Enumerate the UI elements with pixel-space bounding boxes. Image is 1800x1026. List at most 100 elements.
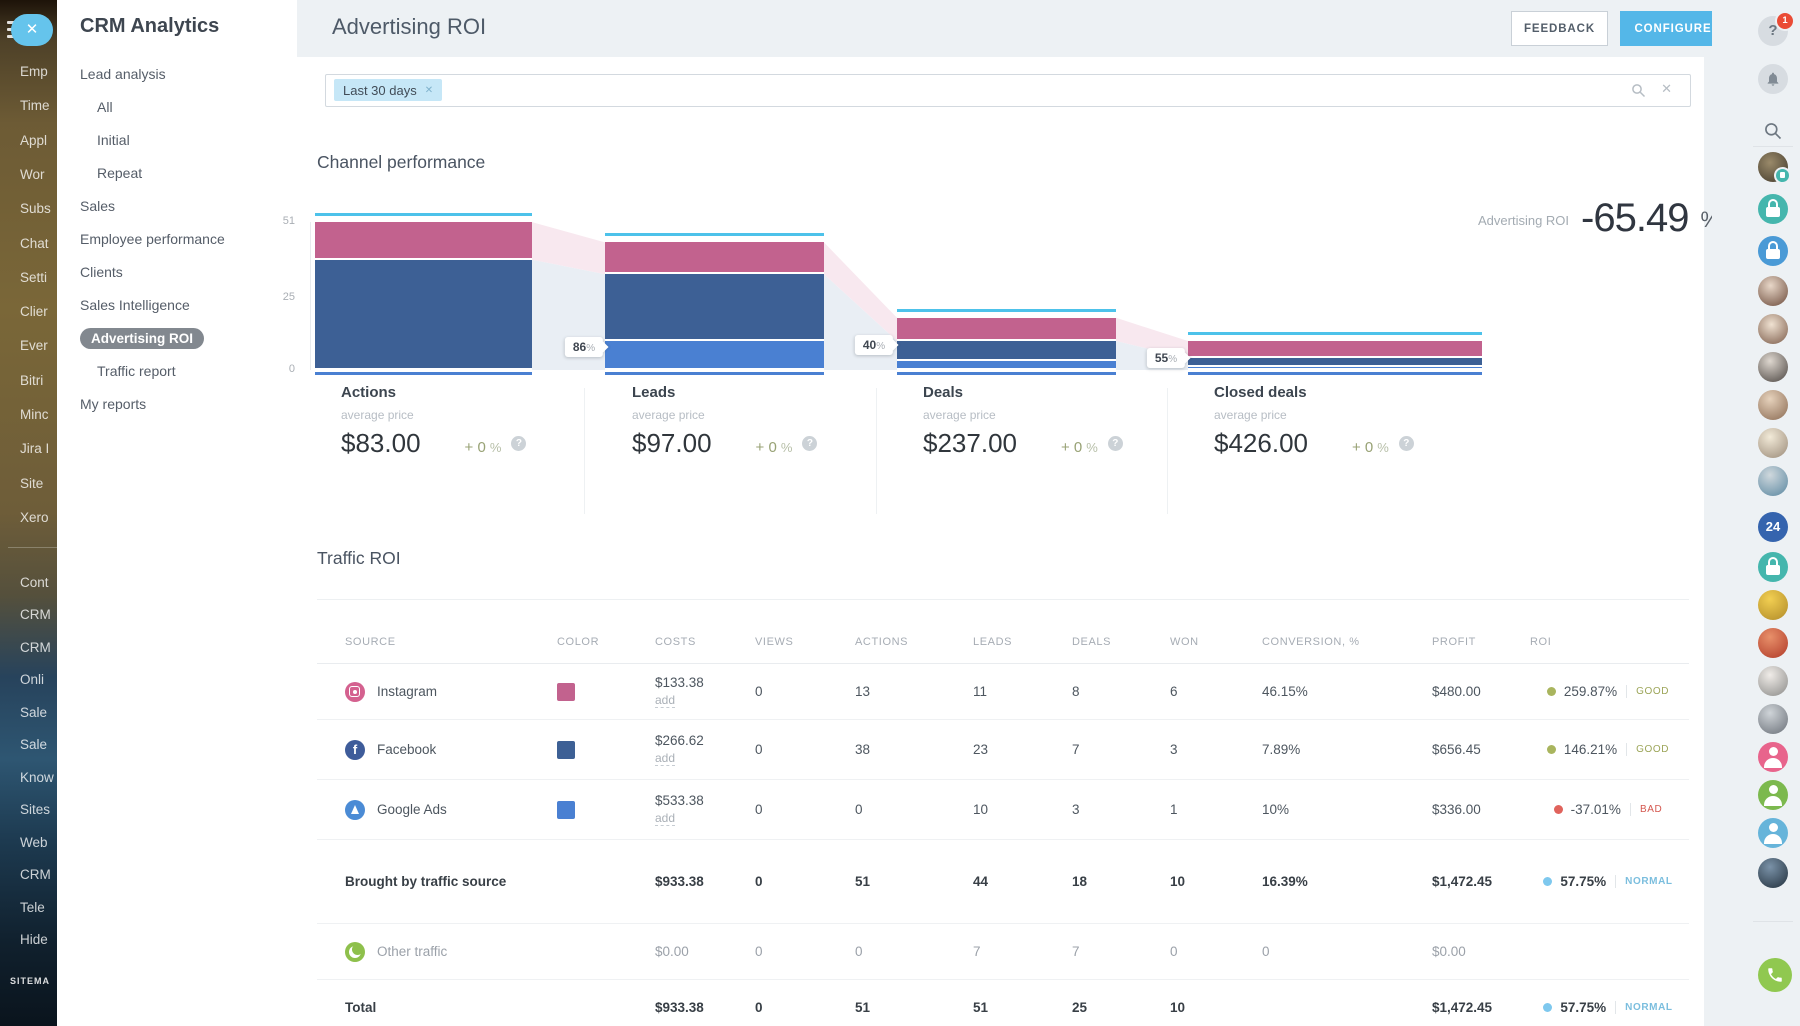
bitrix-menu-item-wor-3[interactable]: Wor xyxy=(20,167,45,182)
user-avatar[interactable] xyxy=(1758,276,1788,306)
sidebar-item-employee-performance[interactable]: Employee performance xyxy=(57,223,297,256)
add-costs-link[interactable]: add xyxy=(655,693,675,708)
bitrix-menu-item-emp-0[interactable]: Emp xyxy=(20,64,48,79)
add-costs-link[interactable]: add xyxy=(655,751,675,766)
user-silhouette-icon[interactable] xyxy=(1758,818,1788,848)
source-name: Instagram xyxy=(377,684,437,699)
bitrix-menu-item-clier-7[interactable]: Clier xyxy=(20,304,48,319)
lock-user-icon[interactable] xyxy=(1758,552,1788,582)
bitrix-menu-item-subs-4[interactable]: Subs xyxy=(20,201,51,216)
bitrix-menu-item-sites-l7[interactable]: Sites xyxy=(20,802,50,817)
bitrix-menu-item-setti-6[interactable]: Setti xyxy=(20,270,47,285)
column-header-deals: DEALS xyxy=(1072,620,1170,663)
collapse-menu-button[interactable]: ✕ xyxy=(11,14,53,46)
user-avatar[interactable] xyxy=(1758,704,1788,734)
clear-filter-icon[interactable]: ✕ xyxy=(1661,81,1672,97)
lock-user-icon[interactable] xyxy=(1758,236,1788,266)
sidebar-item-sales[interactable]: Sales xyxy=(57,190,297,223)
bitrix-menu-item-xero-13[interactable]: Xero xyxy=(20,510,49,525)
user-avatar[interactable] xyxy=(1758,466,1788,496)
feedback-button[interactable]: FEEDBACK xyxy=(1511,11,1608,46)
sidebar-item-sales-intelligence[interactable]: Sales Intelligence xyxy=(57,289,297,322)
bitrix-menu-item-crm-l9[interactable]: CRM xyxy=(20,867,51,882)
bitrix-menu-item-crm-l2[interactable]: CRM xyxy=(20,640,51,655)
roi-cell xyxy=(1530,924,1686,979)
user-avatar[interactable] xyxy=(1758,428,1788,458)
help-icon[interactable]: ? xyxy=(802,436,817,451)
help-icon[interactable]: ? xyxy=(511,436,526,451)
sidebar-item-lead-analysis[interactable]: Lead analysis xyxy=(57,58,297,91)
bitrix-menu-item-chat-5[interactable]: Chat xyxy=(20,236,49,251)
bitrix-menu-item-minc-10[interactable]: Minc xyxy=(20,407,49,422)
sidebar-item-all[interactable]: All xyxy=(57,91,297,124)
help-icon[interactable]: ? xyxy=(1108,436,1123,451)
user-avatar[interactable] xyxy=(1758,314,1788,344)
metric-card-price: $83.00 xyxy=(341,428,421,459)
bitrix-menu-item-sale-l4[interactable]: Sale xyxy=(20,705,47,720)
source-color-swatch xyxy=(557,741,575,759)
filter-chip-label: Last 30 days xyxy=(343,83,417,98)
user-avatar[interactable] xyxy=(1758,590,1788,620)
help-icon[interactable]: ?1 xyxy=(1758,16,1788,46)
bitrix-menu-item-site-12[interactable]: Site xyxy=(20,476,43,491)
profit-value: $336.00 xyxy=(1432,780,1530,839)
bitrix-menu-item-onli-l3[interactable]: Onli xyxy=(20,672,44,687)
sidebar-item-label: My reports xyxy=(80,396,146,412)
user-silhouette-icon[interactable] xyxy=(1758,742,1788,772)
phone-icon[interactable] xyxy=(1758,958,1792,992)
bitrix-menu-item-know-l6[interactable]: Know xyxy=(20,770,54,785)
filter-chip[interactable]: Last 30 days ✕ xyxy=(334,79,442,101)
sidebar-item-repeat[interactable]: Repeat xyxy=(57,157,297,190)
user-avatar[interactable] xyxy=(1758,858,1788,888)
sidebar-item-clients[interactable]: Clients xyxy=(57,256,297,289)
conversion-value: 46.15% xyxy=(1262,664,1432,719)
costs-value: $933.38 xyxy=(655,874,755,889)
other-traffic-icon xyxy=(345,942,365,962)
lock-user-icon[interactable] xyxy=(1758,194,1788,224)
bitrix-menu-item-hide-l11[interactable]: Hide xyxy=(20,932,48,947)
table-row-brought-by-traffic-source: Brought by traffic source$933.3805144181… xyxy=(317,840,1689,924)
section-title-traffic-roi: Traffic ROI xyxy=(317,548,401,569)
sidebar-item-initial[interactable]: Initial xyxy=(57,124,297,157)
funnel-bar-closed-deals-facebook xyxy=(1188,358,1482,365)
roi-separator xyxy=(1615,1001,1616,1014)
bitrix-menu-item-appl-2[interactable]: Appl xyxy=(20,133,47,148)
add-costs-link[interactable]: add xyxy=(655,811,675,826)
help-icon[interactable]: ? xyxy=(1399,436,1414,451)
bitrix-menu-item-time-1[interactable]: Time xyxy=(20,98,50,113)
sidebar-item-my-reports[interactable]: My reports xyxy=(57,388,297,421)
sidebar-item-label: Employee performance xyxy=(80,231,225,247)
user-silhouette-icon[interactable] xyxy=(1758,780,1788,810)
user-count-badge[interactable]: 24 xyxy=(1758,512,1788,542)
conversion-label: 40% xyxy=(855,335,893,355)
search-icon[interactable] xyxy=(1631,83,1646,98)
user-avatar[interactable] xyxy=(1758,666,1788,696)
bitrix-menu-item-web-l8[interactable]: Web xyxy=(20,835,48,850)
user-avatar[interactable] xyxy=(1758,152,1788,182)
search-icon[interactable] xyxy=(1758,116,1788,146)
costs-value: $133.38 xyxy=(655,675,755,690)
configure-button[interactable]: CONFIGURE xyxy=(1620,11,1726,46)
bitrix-menu-item-crm-l1[interactable]: CRM xyxy=(20,607,51,622)
bitrix-menu-item-cont-l0[interactable]: Cont xyxy=(20,575,49,590)
bitrix-menu-item-sale-l5[interactable]: Sale xyxy=(20,737,47,752)
views-value: 0 xyxy=(755,980,855,1026)
remove-filter-icon[interactable]: ✕ xyxy=(425,85,433,96)
filter-bar[interactable]: Last 30 days ✕ ✕ xyxy=(325,74,1691,107)
roi-status-badge: GOOD xyxy=(1636,686,1669,697)
sidebar-item-traffic-report[interactable]: Traffic report xyxy=(57,355,297,388)
sidebar-item-advertising-roi[interactable]: Advertising ROI xyxy=(57,322,297,355)
metric-card-delta-unit: % xyxy=(490,440,502,455)
user-avatar[interactable] xyxy=(1758,628,1788,658)
column-header-views: VIEWS xyxy=(755,620,855,663)
sitemap-link[interactable]: SITEMA xyxy=(10,976,50,986)
user-avatar[interactable] xyxy=(1758,390,1788,420)
source-name: Total xyxy=(345,1000,376,1015)
bitrix-menu-item-bitri-9[interactable]: Bitri xyxy=(20,373,43,388)
bitrix-menu-item-ever-8[interactable]: Ever xyxy=(20,338,48,353)
user-avatar[interactable] xyxy=(1758,352,1788,382)
bitrix-menu-item-tele-l10[interactable]: Tele xyxy=(20,900,45,915)
bell-icon[interactable] xyxy=(1758,64,1788,94)
bitrix-menu-item-jira-i-11[interactable]: Jira I xyxy=(20,441,49,456)
bitrix-sidebar: Emp Time Appl Wor Subs Chat Setti Clier Ever Bitr… xyxy=(0,0,57,1026)
